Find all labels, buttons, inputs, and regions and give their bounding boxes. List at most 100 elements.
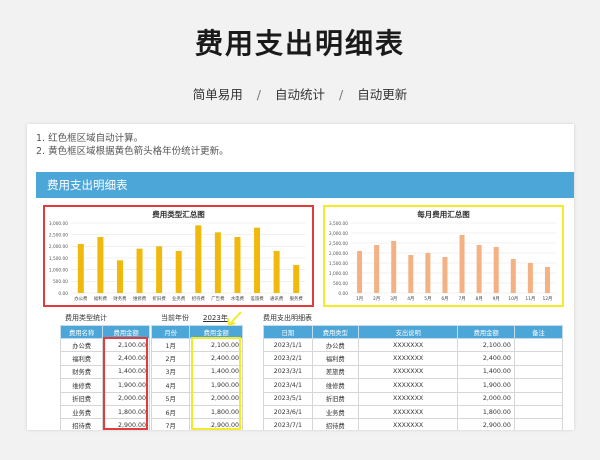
table-cell[interactable]: 4月 [150,378,191,393]
table-row: 2023/4/1 维修费 XXXXXXX 1,900.00 [263,378,564,393]
table-cell[interactable]: 维修费 [311,378,359,393]
table-cell[interactable]: 2023/5/1 [263,391,313,406]
x-tick-label: 4月 [407,296,414,302]
table-cell[interactable]: XXXXXXX [357,391,459,406]
subtitle-features: 简单易用 / 自动统计 / 自动更新 [0,84,600,103]
table-cell[interactable]: XXXXXXX [357,351,459,366]
table-cell[interactable]: 1,800.00 [457,404,515,420]
table-cell[interactable]: XXXXXXX [357,378,459,393]
table-cell[interactable]: 招待费 [311,418,359,430]
x-tick-label: 招待费 [192,295,206,302]
detail-table-label: 费用支出明细表 [263,314,312,322]
column-header: 支出说明 [357,325,459,339]
x-tick-label: 办公费 [74,295,88,302]
x-tick-label: 3月 [390,296,397,302]
note-item: 2. 黄色框区域根据黄色箭头格年份统计更新。 [36,146,229,157]
table-cell[interactable]: XXXXXXX [357,418,459,430]
table-row: 2023/2/1 福利费 XXXXXXX 2,400.00 [263,351,564,366]
x-tick-label: 折旧费 [153,295,167,302]
feature-auto-stats: 自动统计 [274,87,325,102]
chart-title: 费用类型汇总图 [152,210,205,219]
table-cell[interactable]: 福利费 [311,351,359,366]
bar [459,235,465,293]
table-cell[interactable] [513,351,564,366]
bar [136,248,143,293]
table-cell[interactable]: 2023/1/1 [263,337,313,353]
table-row: 2023/1/1 办公费 XXXXXXX 2,100.00 [263,337,564,353]
column-header: 备注 [513,325,564,339]
table-cell[interactable]: 业务费 [59,404,104,420]
x-tick-label: 通讯费 [270,295,284,302]
table-cell[interactable]: 2,400.00 [457,351,515,366]
y-tick-label: 2,000.00 [329,251,348,257]
table-cell[interactable]: 1,900.00 [457,378,515,393]
x-tick-label: 8月 [476,296,483,302]
bar [214,232,221,293]
bar [195,225,202,293]
x-tick-label: 10月 [508,296,518,302]
table-cell[interactable]: 办公费 [311,337,359,353]
table-cell[interactable]: XXXXXXX [357,404,459,420]
table-cell[interactable] [513,378,564,393]
year-update-highlight [191,337,241,430]
x-tick-label: 7月 [458,296,465,302]
note-item: 1. 红色框区域自动计算。 [36,133,144,144]
table-cell[interactable]: 办公费 [59,337,104,353]
table-cell[interactable]: XXXXXXX [357,364,459,380]
bar [544,267,550,293]
table-cell[interactable]: 2023/6/1 [263,404,313,420]
x-tick-label: 维修费 [133,295,147,302]
bar [234,237,241,293]
table-cell[interactable]: 7月 [150,418,191,430]
bar [374,245,380,293]
x-tick-label: 财务费 [113,295,127,302]
x-tick-label: 1月 [356,296,363,302]
table-cell[interactable]: 折旧费 [311,391,359,406]
table-cell[interactable]: 2月 [150,351,191,366]
table-cell[interactable]: 2,900.00 [457,418,515,430]
table-cell[interactable]: 2023/4/1 [263,378,313,393]
table-cell[interactable]: 维修费 [59,378,104,393]
table-cell[interactable] [513,391,564,406]
bar [442,257,448,293]
table-cell[interactable]: 差旅费 [311,364,359,380]
table-cell[interactable]: 2,000.00 [457,391,515,406]
bar [175,251,182,293]
table-row: 2023/7/1 招待费 XXXXXXX 2,900.00 [263,418,564,430]
x-tick-label: 水电费 [231,295,245,302]
table-cell[interactable]: 3月 [150,364,191,380]
table-cell[interactable] [513,364,564,380]
x-tick-label: 11月 [525,296,535,302]
table-cell[interactable] [513,404,564,420]
table-cell[interactable]: 业务费 [311,404,359,420]
auto-calc-highlight [103,337,148,430]
table-cell[interactable]: 招待费 [59,418,104,430]
table-cell[interactable]: 折旧费 [59,391,104,406]
table-cell[interactable]: 2023/3/1 [263,364,313,380]
page-title: 费用支出明细表 [194,27,405,60]
table-cell[interactable]: 财务费 [59,364,104,380]
monthly-chart-svg: 0.00 500.00 1,000.00 1,500.00 2,000.00 2,500.… [329,221,556,302]
table-cell[interactable] [513,337,564,353]
table-cell[interactable]: 1,400.00 [457,364,515,380]
table-cell[interactable] [513,418,564,430]
table-cell[interactable]: XXXXXXX [357,337,459,353]
feature-easy: 简单易用 [192,87,243,102]
bar [391,241,397,293]
table-cell[interactable]: 6月 [150,404,191,420]
bar [493,247,499,293]
table-cell[interactable]: 5月 [150,391,191,406]
y-tick-label: 1,500.00 [329,261,348,267]
column-header: 月份 [150,325,191,339]
bar [156,246,163,293]
x-tick-label: 6月 [441,296,448,302]
column-header: 费用类型 [311,325,359,339]
y-tick-label: 1,000.00 [329,271,348,277]
table-cell[interactable]: 2023/2/1 [263,351,313,366]
table-cell[interactable]: 2023/7/1 [263,418,313,430]
table-cell[interactable]: 1月 [150,337,191,353]
table-cell[interactable]: 2,100.00 [457,337,515,353]
x-tick-label: 福利费 [94,295,108,302]
table-row: 2023/6/1 业务费 XXXXXXX 1,800.00 [263,404,564,420]
table-cell[interactable]: 福利费 [59,351,104,366]
